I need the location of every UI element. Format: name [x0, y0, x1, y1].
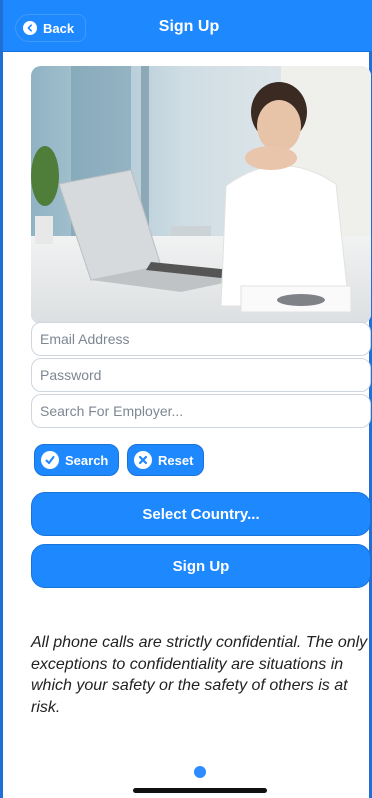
employer-search-field[interactable] [31, 394, 371, 428]
x-icon [134, 451, 152, 469]
email-input[interactable] [40, 331, 362, 347]
sign-up-button[interactable]: Sign Up [31, 544, 371, 588]
search-button-label: Search [65, 452, 109, 468]
password-input[interactable] [40, 367, 362, 383]
select-country-button[interactable]: Select Country... [31, 492, 371, 536]
email-field[interactable] [31, 322, 371, 356]
employer-search-input[interactable] [40, 403, 362, 419]
app-frame: Back Sign Up Email Address Search For Em… [0, 0, 372, 798]
password-field[interactable] [31, 358, 371, 392]
checkmark-icon [41, 451, 59, 469]
header-bar: Back Sign Up [3, 0, 372, 52]
select-country-label: Select Country... [142, 505, 260, 523]
page-indicator-dot [194, 766, 206, 778]
page-title: Sign Up [158, 18, 220, 35]
home-indicator [133, 788, 267, 793]
search-button[interactable]: Search [34, 444, 120, 476]
reset-button-label: Reset [158, 452, 194, 468]
reset-button[interactable]: Reset [127, 444, 205, 476]
sign-up-label: Sign Up [172, 557, 230, 575]
confidentiality-note: All phone calls are strictly confidentia… [31, 634, 368, 716]
hero-image [31, 66, 371, 324]
